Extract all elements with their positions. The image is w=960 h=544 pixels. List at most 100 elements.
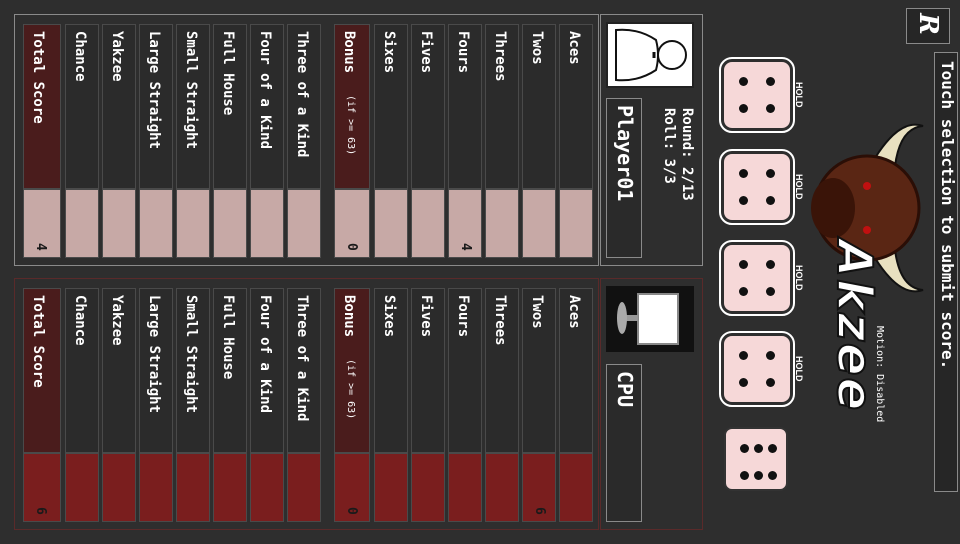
die-5[interactable] xyxy=(724,427,788,491)
player1-row-twos[interactable]: Twos xyxy=(522,24,556,258)
player1-row-total-score[interactable]: Total Score 4 xyxy=(23,24,61,258)
cpu-row-chance[interactable]: Chance xyxy=(65,288,99,522)
row-label-text: Aces xyxy=(566,295,582,329)
die-pip xyxy=(766,104,775,113)
die-3[interactable] xyxy=(719,240,795,316)
player1-row-bonus[interactable]: Bonus (if >= 63) 0 xyxy=(334,24,370,258)
row-label: Three of a Kind xyxy=(287,24,321,189)
die-pip xyxy=(766,196,775,205)
player1-row-threes[interactable]: Threes xyxy=(485,24,519,258)
row-score-cell[interactable] xyxy=(102,189,136,258)
player1-row-full-house[interactable]: Full House xyxy=(213,24,247,258)
player1-row-fours[interactable]: Fours 4 xyxy=(448,24,482,258)
die-pip xyxy=(739,287,748,296)
player1-row-small-straight[interactable]: Small Straight xyxy=(176,24,210,258)
player1-row-chance[interactable]: Chance xyxy=(65,24,99,258)
row-label: Three of a Kind xyxy=(287,288,321,453)
row-label-text: Bonus xyxy=(341,31,357,74)
cpu-row-bonus[interactable]: Bonus (if >= 63) 0 xyxy=(334,288,370,522)
row-score-cell[interactable] xyxy=(65,453,99,522)
row-score-cell[interactable] xyxy=(250,453,284,522)
row-score-value: 6 xyxy=(33,507,48,515)
row-label-text: Three of a Kind xyxy=(294,31,310,158)
row-label: Bonus (if >= 63) xyxy=(334,288,370,453)
row-label: Large Straight xyxy=(139,24,173,189)
player1-row-four-of-a-kind[interactable]: Four of a Kind xyxy=(250,24,284,258)
player1-avatar xyxy=(606,22,694,88)
player1-name: Player01 xyxy=(613,105,637,202)
cpu-row-small-straight[interactable]: Small Straight xyxy=(176,288,210,522)
die-pip xyxy=(740,444,749,453)
cpu-row-twos[interactable]: Twos 6 xyxy=(522,288,556,522)
player1-row-large-straight[interactable]: Large Straight xyxy=(139,24,173,258)
cpu-row-threes[interactable]: Threes xyxy=(485,288,519,522)
row-label-text: Twos xyxy=(529,295,545,329)
row-score-cell[interactable] xyxy=(213,189,247,258)
row-score-cell[interactable] xyxy=(176,453,210,522)
row-label-text: Large Straight xyxy=(146,295,162,414)
player1-row-three-of-a-kind[interactable]: Three of a Kind xyxy=(287,24,321,258)
row-score-cell[interactable] xyxy=(485,453,519,522)
cpu-row-fours[interactable]: Fours xyxy=(448,288,482,522)
row-score-cell[interactable] xyxy=(374,189,408,258)
die-4[interactable] xyxy=(719,331,795,407)
player1-row-fives[interactable]: Fives xyxy=(411,24,445,258)
row-score-cell[interactable] xyxy=(559,189,593,258)
row-score-cell[interactable]: 6 xyxy=(23,453,61,522)
cpu-row-yakzee[interactable]: Yakzee xyxy=(102,288,136,522)
row-label-text: Fours xyxy=(455,295,471,338)
row-score-cell[interactable]: 6 xyxy=(522,453,556,522)
row-score-cell[interactable] xyxy=(287,189,321,258)
row-score-cell[interactable] xyxy=(287,453,321,522)
quit-button-label: R xyxy=(912,13,943,35)
player1-row-yakzee[interactable]: Yakzee xyxy=(102,24,136,258)
row-score-cell[interactable] xyxy=(176,189,210,258)
row-score-cell[interactable]: 0 xyxy=(334,189,370,258)
quit-button[interactable]: R xyxy=(906,8,950,44)
row-label: Small Straight xyxy=(176,288,210,453)
row-label: Yakzee xyxy=(102,288,136,453)
cpu-row-total-score[interactable]: Total Score 6 xyxy=(23,288,61,522)
row-score-cell[interactable] xyxy=(139,453,173,522)
cpu-row-four-of-a-kind[interactable]: Four of a Kind xyxy=(250,288,284,522)
cpu-row-large-straight[interactable]: Large Straight xyxy=(139,288,173,522)
row-label-note: (if >= 63) xyxy=(345,359,356,420)
row-label: Full House xyxy=(213,288,247,453)
row-label-text: Chance xyxy=(72,295,88,346)
cpu-row-sixes[interactable]: Sixes xyxy=(374,288,408,522)
cpu-row-three-of-a-kind[interactable]: Three of a Kind xyxy=(287,288,321,522)
row-score-cell[interactable] xyxy=(448,453,482,522)
row-label: Fours xyxy=(448,24,482,189)
die-pip xyxy=(739,196,748,205)
row-score-cell[interactable]: 4 xyxy=(23,189,61,258)
row-label: Threes xyxy=(485,288,519,453)
row-score-cell[interactable]: 0 xyxy=(334,453,370,522)
die-2[interactable] xyxy=(719,149,795,225)
row-score-cell[interactable] xyxy=(102,453,136,522)
die-1[interactable] xyxy=(719,57,795,133)
row-label-text: Small Straight xyxy=(183,31,199,150)
row-score-cell[interactable] xyxy=(213,453,247,522)
row-score-cell[interactable] xyxy=(411,453,445,522)
row-score-cell[interactable]: 4 xyxy=(448,189,482,258)
player1-name-box: Player01 xyxy=(606,98,642,258)
row-label-text: Large Straight xyxy=(146,31,162,150)
row-label-text: Total Score xyxy=(30,295,46,388)
row-score-cell[interactable] xyxy=(559,453,593,522)
row-score-cell[interactable] xyxy=(374,453,408,522)
cpu-row-aces[interactable]: Aces xyxy=(559,288,593,522)
cpu-avatar xyxy=(606,286,694,352)
row-score-cell[interactable] xyxy=(522,189,556,258)
player1-row-aces[interactable]: Aces xyxy=(559,24,593,258)
player1-row-sixes[interactable]: Sixes xyxy=(374,24,408,258)
row-score-cell[interactable] xyxy=(485,189,519,258)
row-label: Chance xyxy=(65,288,99,453)
cpu-row-full-house[interactable]: Full House xyxy=(213,288,247,522)
row-score-cell[interactable] xyxy=(139,189,173,258)
row-label-text: Bonus xyxy=(341,295,357,338)
die-pip xyxy=(739,77,748,86)
cpu-row-fives[interactable]: Fives xyxy=(411,288,445,522)
row-score-cell[interactable] xyxy=(411,189,445,258)
row-score-cell[interactable] xyxy=(250,189,284,258)
row-score-cell[interactable] xyxy=(65,189,99,258)
